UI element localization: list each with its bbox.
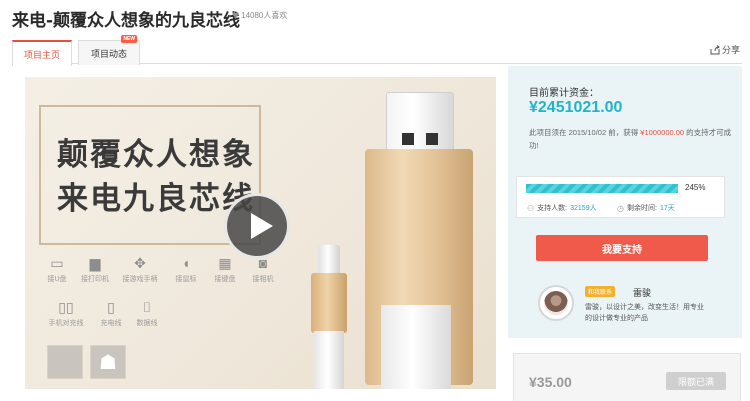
raised-amount: ¥2451021.00 (529, 99, 623, 116)
page-title: 来电-颠覆众人想象的九良芯线 (12, 11, 241, 31)
tab-project-news[interactable]: 项目动态 NEW (78, 35, 140, 65)
deadline-text: 此项目须在 2015/10/02 前，获得 ¥1000000.00 的支持才可成… (529, 128, 732, 150)
cable-icon: ⌷ (142, 299, 152, 315)
tab-project-home[interactable]: 项目主页 (12, 40, 72, 66)
device-usb: ▭ 接U盘 (37, 255, 77, 284)
remaining-time: 17天 (659, 205, 675, 212)
heart-icon: ♥ (232, 8, 240, 22)
project-page: 来电-颠覆众人想象的九良芯线 ♥ 14080人喜欢 项目主页 项目动态 NEW … (0, 0, 750, 401)
device-phone: ▯▯ 手机对充线 (43, 299, 89, 328)
play-button[interactable] (224, 193, 290, 259)
remaining-stat: ◷ 剩余时间: 17天 (617, 203, 675, 213)
contact-tag[interactable]: 和我联系 (585, 286, 616, 297)
supporters-stat: ⚇ 支持人数: 32159人 (527, 203, 597, 213)
reward-price: ¥35.00 (529, 374, 572, 390)
android-icon: ☗ (90, 345, 126, 379)
usb-cable (381, 305, 451, 389)
device-keyboard: ▦ 接键盘 (205, 255, 245, 284)
gamepad-icon: ✥ (134, 255, 146, 271)
clock-icon: ◷ (617, 203, 624, 213)
likes-label: 14080人喜欢 (241, 10, 288, 20)
avatar[interactable] (538, 285, 574, 321)
apple-icon (47, 345, 83, 379)
share-label: 分享 (721, 45, 740, 55)
video-headline: 颠覆众人想象 来电九良芯线 (57, 133, 255, 221)
device-mouse: ◖ 接鼠标 (166, 255, 206, 284)
supporters-count: 32159人 (570, 205, 597, 212)
progress-percent: 245% (685, 183, 706, 192)
usb-hole-right (426, 133, 438, 145)
share-button[interactable]: 分享 (710, 43, 740, 56)
user-icon: ⚇ (527, 203, 535, 213)
mouse-icon: ◖ (181, 255, 191, 271)
usb-hole-left (402, 133, 414, 145)
goal-amount: ¥1000000.00 (640, 128, 685, 137)
headline-line-1: 颠覆众人想象 (57, 137, 255, 173)
device-charging: ▯ 充电线 (91, 299, 131, 328)
raised-label: 目前累计资金： (529, 88, 599, 99)
device-printer: ▆ 接打印机 (75, 255, 115, 284)
sold-out-button[interactable]: 限额已满 (666, 372, 726, 390)
device-camera: ◙ 接相机 (243, 255, 283, 284)
lightning-plug (318, 245, 340, 275)
likes-count[interactable]: ♥ 14080人喜欢 (232, 9, 287, 21)
tab-project-news-label: 项目动态 (90, 48, 127, 59)
device-cable: ⌷ 数据线 (127, 299, 167, 328)
phone-icon: ▯▯ (58, 299, 74, 315)
avatar-image (544, 291, 568, 315)
device-gamepad: ✥ 接游戏手柄 (120, 255, 160, 284)
keyboard-icon: ▦ (218, 255, 232, 271)
printer-icon: ▆ (89, 255, 101, 271)
tab-bar: 项目主页 项目动态 NEW (12, 35, 742, 66)
progress-card: 245% ⚇ 支持人数: 32159人 ◷ 剩余时间: 17天 (516, 176, 725, 218)
creator-name[interactable]: 雷骏 (633, 286, 651, 299)
share-icon (710, 44, 720, 54)
progress-bar-fill (526, 184, 678, 193)
support-button[interactable]: 我要支持 (536, 235, 708, 261)
progress-bar (526, 184, 678, 193)
creator-bio: 雷骏，以设计之美，改变生活！用专业的设计做专业的产品 (585, 304, 704, 322)
lightning-housing (311, 273, 347, 333)
lightning-cable (314, 331, 344, 389)
new-badge: NEW (121, 35, 137, 43)
project-video[interactable]: 颠覆众人想象 来电九良芯线 ▭ 接U盘 ▆ 接打印机 ✥ 接游戏手柄 ◖ 接鼠标 ▦ 接键… (25, 77, 496, 389)
usb-drive-icon: ▭ (50, 255, 64, 271)
charging-icon: ▯ (107, 299, 115, 315)
